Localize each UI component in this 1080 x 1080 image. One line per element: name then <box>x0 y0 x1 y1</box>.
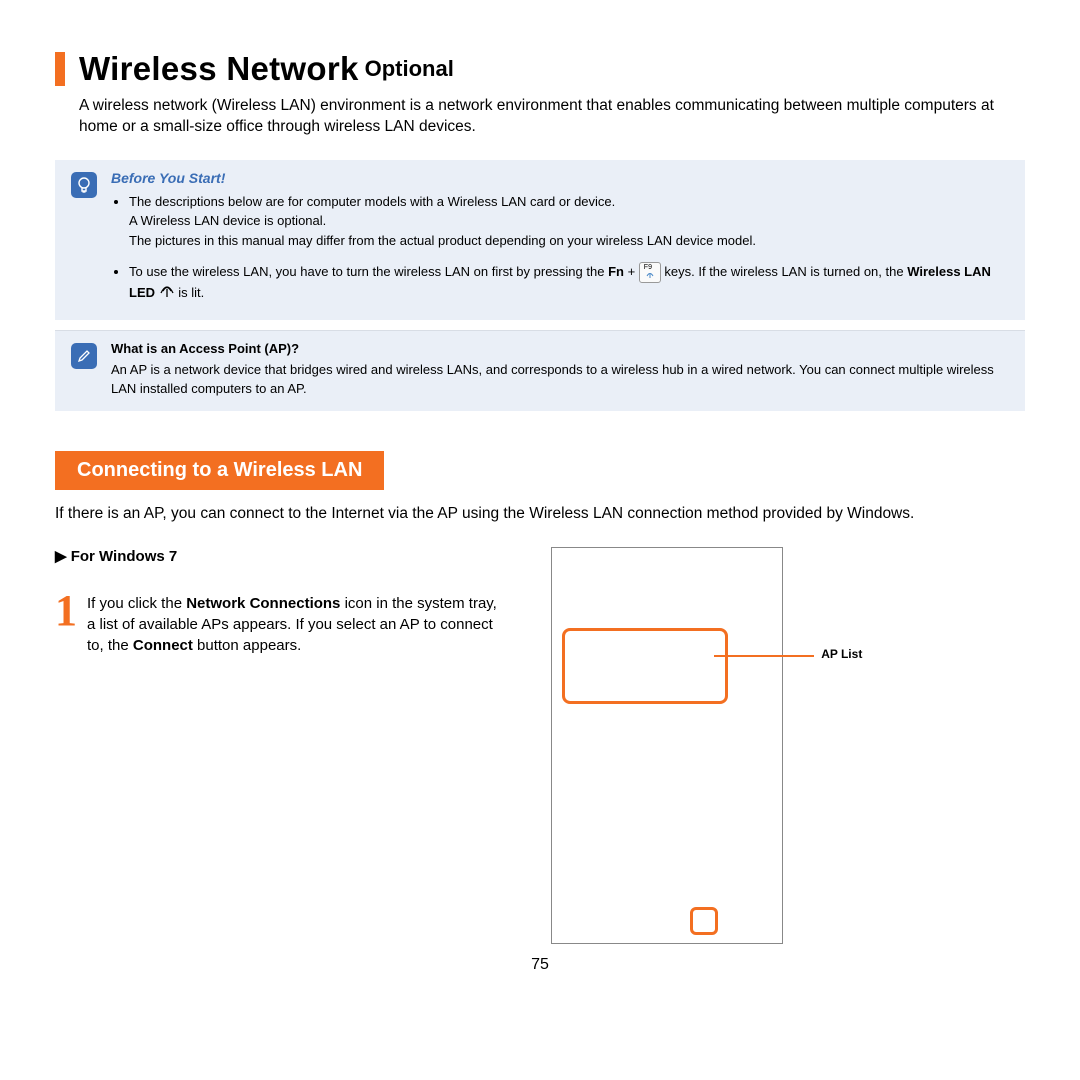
ap-list-label: AP List <box>821 647 862 661</box>
before-bullet-1: The descriptions below are for computer … <box>129 192 1009 251</box>
access-point-box: What is an Access Point (AP)? An AP is a… <box>55 330 1025 411</box>
title-accent-bar <box>55 52 65 86</box>
intro-text: A wireless network (Wireless LAN) enviro… <box>79 96 1025 138</box>
page-subtitle: Optional <box>365 56 454 82</box>
lightbulb-icon <box>71 172 97 198</box>
ap-list-highlight <box>562 628 728 704</box>
ap-body: An AP is a network device that bridges w… <box>111 360 1009 399</box>
page-title: Wireless Network <box>79 50 359 88</box>
step-number: 1 <box>55 591 77 656</box>
for-windows-label: ▶ For Windows 7 <box>55 547 501 565</box>
step-text: If you click the Network Connections ico… <box>87 593 501 656</box>
pencil-icon <box>71 343 97 369</box>
ap-heading: What is an Access Point (AP)? <box>111 341 1009 356</box>
network-popup-illustration <box>551 547 783 944</box>
before-you-start-box: Before You Start! The descriptions below… <box>55 160 1025 320</box>
before-heading: Before You Start! <box>111 170 1009 186</box>
page-number: 75 <box>55 956 1025 974</box>
section-heading: Connecting to a Wireless LAN <box>55 451 384 490</box>
antenna-icon <box>159 284 175 304</box>
section-body: If there is an AP, you can connect to th… <box>55 504 1025 525</box>
before-bullet-2: To use the wireless LAN, you have to tur… <box>129 262 1009 303</box>
step-1: 1 If you click the Network Connections i… <box>55 591 501 656</box>
f9-key-icon: F9 <box>639 262 661 283</box>
callout-line <box>714 655 814 657</box>
tray-icon-highlight <box>690 907 718 935</box>
page-title-row: Wireless Network Optional <box>55 50 1025 88</box>
